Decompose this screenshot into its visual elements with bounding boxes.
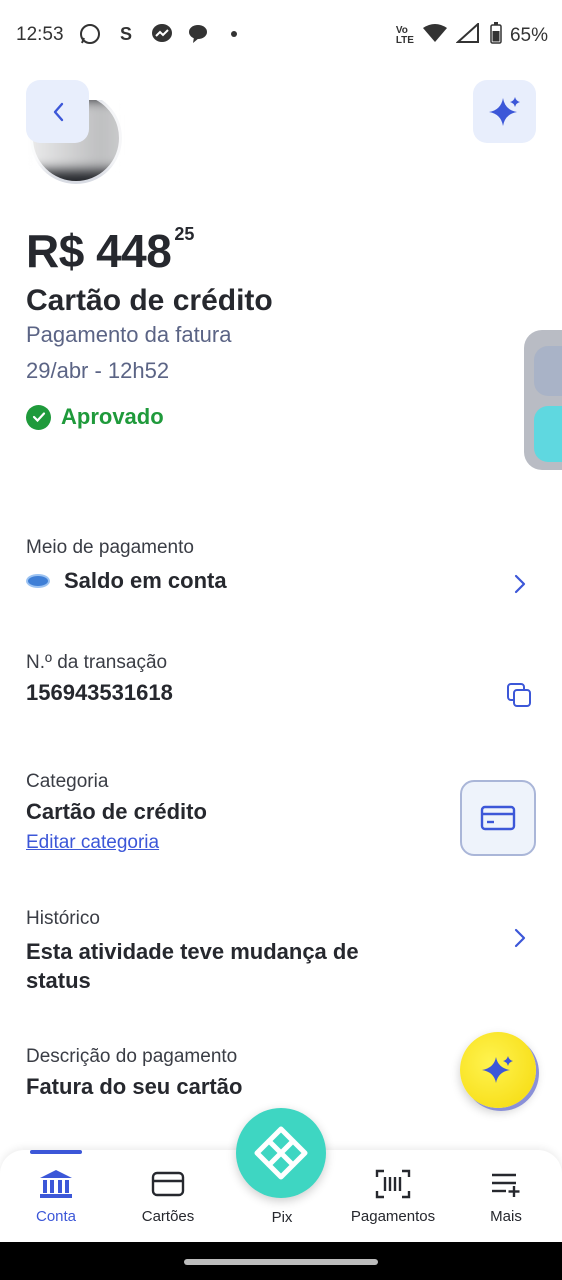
notification-icons: S bbox=[78, 22, 246, 46]
nav-mais[interactable]: Mais bbox=[456, 1150, 556, 1242]
amount-value: R$ 448 bbox=[26, 225, 172, 277]
transaction-title: Cartão de crédito bbox=[26, 284, 273, 317]
nav-label-pagamentos: Pagamentos bbox=[350, 1208, 436, 1225]
status-bar: 12:53 S Vo LTE 65% bbox=[0, 0, 562, 70]
history-label: Histórico bbox=[26, 908, 100, 929]
system-icons: Vo LTE 65% bbox=[395, 21, 548, 49]
category-icon-button[interactable] bbox=[460, 780, 536, 856]
chevron-left-icon bbox=[53, 102, 63, 121]
edit-category-link[interactable]: Editar categoria bbox=[26, 832, 159, 854]
pix-button[interactable] bbox=[236, 1108, 326, 1198]
active-tab-indicator bbox=[30, 1150, 82, 1154]
payment-method-row[interactable]: Saldo em conta bbox=[26, 568, 227, 594]
payment-method-value: Saldo em conta bbox=[64, 568, 227, 593]
status-time: 12:53 bbox=[16, 24, 64, 45]
whatsapp-icon bbox=[78, 22, 102, 46]
payment-method-label: Meio de pagamento bbox=[26, 537, 194, 558]
sparkle-icon bbox=[482, 1056, 513, 1083]
chevron-right-icon[interactable] bbox=[510, 926, 530, 950]
balance-icon bbox=[26, 574, 50, 588]
credit-card-icon bbox=[480, 805, 516, 831]
nav-pagamentos[interactable]: Pagamentos bbox=[343, 1150, 443, 1242]
ai-fab-button[interactable] bbox=[460, 1032, 536, 1108]
copy-icon[interactable] bbox=[504, 680, 536, 712]
home-indicator[interactable] bbox=[184, 1259, 378, 1265]
search-icon[interactable] bbox=[534, 346, 562, 396]
transaction-datetime: 29/abr - 12h52 bbox=[26, 358, 170, 383]
chat-icon bbox=[186, 22, 210, 46]
battery-percent: 65% bbox=[509, 24, 548, 46]
transaction-amount: R$ 448 25 bbox=[26, 224, 194, 278]
bank-icon bbox=[38, 1168, 74, 1200]
menu-plus-icon bbox=[488, 1168, 524, 1200]
messenger-icon bbox=[150, 22, 174, 46]
side-floating-tab[interactable] bbox=[524, 330, 562, 470]
category-value: Cartão de crédito bbox=[26, 799, 207, 824]
edit-icon[interactable] bbox=[534, 406, 562, 462]
pix-icon bbox=[254, 1126, 308, 1180]
status-badge: Aprovado bbox=[26, 404, 164, 430]
nav-cartoes[interactable]: Cartões bbox=[118, 1150, 218, 1242]
sparkle-icon bbox=[488, 96, 520, 126]
transaction-id-label: N.º da transação bbox=[26, 652, 168, 673]
signal-icon bbox=[455, 21, 482, 48]
description-value: Fatura do seu cartão bbox=[26, 1074, 243, 1099]
wifi-icon bbox=[422, 23, 448, 48]
description-label: Descrição do pagamento bbox=[26, 1046, 238, 1067]
barcode-icon bbox=[375, 1168, 411, 1200]
transaction-subtitle: Pagamento da fatura bbox=[26, 322, 232, 347]
ai-assistant-button[interactable] bbox=[473, 80, 536, 143]
chevron-right-icon[interactable] bbox=[510, 572, 530, 596]
back-button[interactable] bbox=[26, 80, 89, 143]
s-app-icon: S bbox=[119, 23, 132, 44]
history-value[interactable]: Esta atividade teve mudança de status bbox=[26, 937, 396, 995]
nav-label-pix[interactable]: Pix bbox=[262, 1209, 302, 1226]
volte-icon: Vo LTE bbox=[395, 24, 414, 46]
nav-label-mais: Mais bbox=[490, 1208, 522, 1225]
status-text: Aprovado bbox=[61, 404, 164, 429]
amount-cents: 25 bbox=[174, 224, 195, 244]
dot-icon bbox=[222, 22, 246, 46]
card-icon bbox=[150, 1168, 186, 1200]
check-icon bbox=[26, 404, 51, 430]
nav-label-cartoes: Cartões bbox=[141, 1208, 195, 1225]
battery-icon bbox=[490, 22, 502, 49]
nav-conta[interactable]: Conta bbox=[6, 1150, 106, 1242]
category-label: Categoria bbox=[26, 771, 109, 792]
transaction-id-value: 156943531618 bbox=[26, 680, 173, 705]
nav-label-conta: Conta bbox=[35, 1208, 77, 1225]
